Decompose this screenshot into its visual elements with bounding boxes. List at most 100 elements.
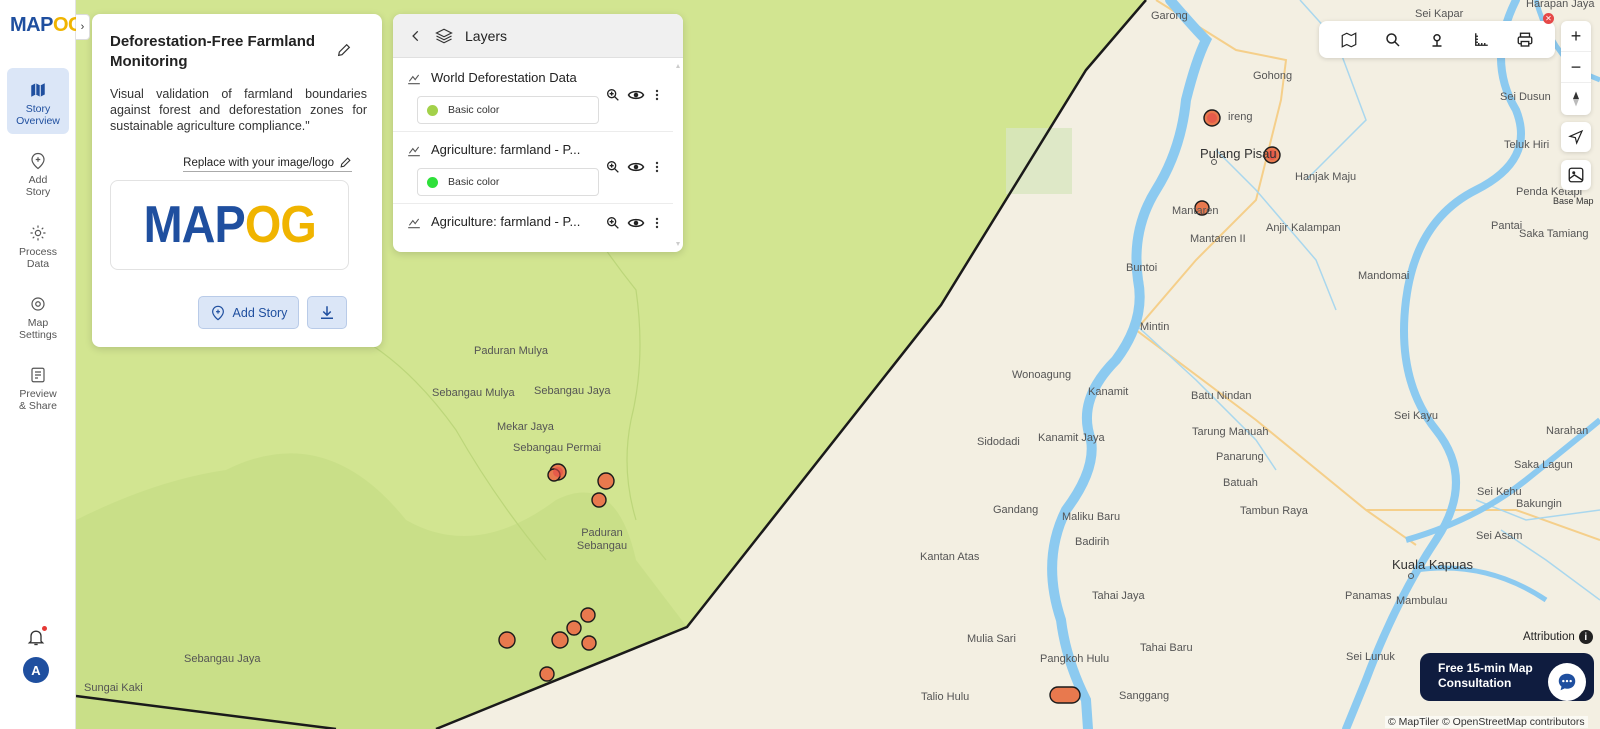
add-story-button[interactable]: Add Story xyxy=(198,296,299,329)
pencil-icon[interactable] xyxy=(336,42,352,58)
map-view-icon[interactable] xyxy=(1340,31,1358,49)
place-label: Sei Kayu xyxy=(1394,410,1439,422)
app-logo[interactable]: MAPOG xyxy=(10,14,84,37)
base-map-button[interactable] xyxy=(1561,160,1591,190)
more-icon[interactable] xyxy=(651,159,663,175)
place-label: Sei Kehu xyxy=(1477,486,1522,498)
layer-drag-icon[interactable] xyxy=(407,144,421,158)
layer-drag-icon[interactable] xyxy=(407,216,421,230)
place-label: Saka Tamiang xyxy=(1519,228,1589,240)
place-label: Saka Lagun xyxy=(1514,459,1573,471)
place-label: Buntoi xyxy=(1126,262,1158,274)
place-label: Pangkoh Hulu xyxy=(1040,653,1110,665)
place-label: Pulang Pisau xyxy=(1200,146,1277,161)
zoom-out-button[interactable]: − xyxy=(1561,52,1591,83)
zoom-to-layer-icon[interactable] xyxy=(605,87,621,103)
gear-icon xyxy=(30,225,46,241)
print-icon[interactable] xyxy=(1516,31,1534,49)
zoom-in-button[interactable]: + xyxy=(1561,21,1591,52)
story-logo: MAPOG xyxy=(143,195,316,255)
map-credit: © MapTiler © OpenStreetMap contributors xyxy=(1385,716,1588,728)
place-label: Panamas xyxy=(1345,590,1392,602)
eye-icon[interactable] xyxy=(627,158,645,176)
layer-row[interactable]: Agriculture: farmland - P... xyxy=(393,204,673,252)
place-label: Sidodadi xyxy=(977,436,1020,448)
replace-image-label: Replace with your image/logo xyxy=(183,156,334,169)
story-logo-box[interactable]: MAPOG xyxy=(110,180,349,270)
map-toolbar xyxy=(1319,21,1555,58)
place-label: Panarung xyxy=(1216,451,1264,463)
color-dot xyxy=(427,177,438,188)
place-label: Mekar Jaya xyxy=(497,421,554,433)
avatar[interactable]: A xyxy=(23,657,49,683)
sidebar-item-process-data[interactable]: Process Data xyxy=(7,224,69,270)
layer-row[interactable]: World Deforestation Data Basic color xyxy=(393,60,673,132)
search-icon[interactable] xyxy=(1384,31,1402,49)
place-label: Sebangau Jaya xyxy=(534,385,611,397)
chevron-left-icon[interactable] xyxy=(409,29,423,43)
layers-header: Layers xyxy=(393,14,683,58)
place-label: Kuala Kapuas xyxy=(1392,557,1473,572)
more-icon[interactable] xyxy=(651,215,663,231)
zoom-to-layer-icon[interactable] xyxy=(605,215,621,231)
download-icon xyxy=(321,305,333,319)
sidebar-item-label: Settings xyxy=(19,329,57,341)
navigation-arrow-icon xyxy=(1568,129,1584,145)
download-button[interactable] xyxy=(307,296,347,329)
place-label: Kanamit xyxy=(1088,386,1129,398)
place-label: Narahan xyxy=(1546,425,1589,437)
eye-icon[interactable] xyxy=(627,214,645,232)
place-label: Garong xyxy=(1151,10,1188,22)
color-label: Basic color xyxy=(448,176,500,188)
sidebar-collapse-button[interactable]: › xyxy=(76,14,90,40)
replace-image-link[interactable]: Replace with your image/logo xyxy=(183,156,352,172)
sidebar-item-story-overview[interactable]: Story Overview xyxy=(7,68,69,134)
eye-icon[interactable] xyxy=(627,86,645,104)
sidebar-item-label: & Share xyxy=(19,400,57,412)
chat-button[interactable] xyxy=(1548,663,1586,701)
locate-button[interactable] xyxy=(1561,122,1591,152)
layer-drag-icon[interactable] xyxy=(407,72,421,86)
close-icon[interactable]: ✕ xyxy=(1543,13,1554,24)
place-label: Teluk Hiri xyxy=(1504,139,1550,151)
place-label: Gohong xyxy=(1253,70,1293,82)
location-pin-icon[interactable] xyxy=(1428,31,1446,49)
place-label: Mintin xyxy=(1140,321,1170,333)
place-label: Sei Dusun xyxy=(1500,91,1551,103)
measure-icon[interactable] xyxy=(1472,31,1490,49)
sidebar-item-add-story[interactable]: Add Story xyxy=(7,152,69,198)
place-label: Sebangau Permai xyxy=(513,442,602,454)
consult-line2: Consultation xyxy=(1438,676,1512,690)
pencil-icon xyxy=(340,157,351,168)
sidebar-item-label: Story xyxy=(25,103,51,115)
layers-scrollbar[interactable] xyxy=(675,60,681,250)
preview-icon xyxy=(31,367,45,383)
place-label: Mambulau xyxy=(1396,595,1448,607)
place-label: ireng xyxy=(1228,111,1253,123)
sidebar-item-label: Story xyxy=(25,186,51,198)
place-label: Mulia Sari xyxy=(967,633,1016,645)
place-label: Sanggang xyxy=(1119,690,1170,702)
layer-color-chip[interactable]: Basic color xyxy=(417,168,599,196)
base-map-icon xyxy=(1568,167,1584,183)
layer-row[interactable]: Agriculture: farmland - P... Basic color xyxy=(393,132,673,204)
sidebar-item-preview-share[interactable]: Preview & Share xyxy=(7,366,69,412)
place-label: Wonoagung xyxy=(1012,369,1072,381)
notification-dot xyxy=(42,626,47,631)
place-label: Maliku Baru xyxy=(1062,511,1121,523)
place-label: Batu Nindan xyxy=(1191,390,1252,402)
sidebar-item-label: Map xyxy=(27,317,49,329)
more-icon[interactable] xyxy=(651,87,663,103)
story-title: Deforestation-Free Farmland Monitoring xyxy=(110,33,316,70)
sidebar-item-map-settings[interactable]: Map Settings xyxy=(7,295,69,341)
layer-color-chip[interactable]: Basic color xyxy=(417,96,599,124)
place-label: Pantai xyxy=(1491,220,1523,232)
map-icon xyxy=(31,83,45,97)
place-label: Talio Hulu xyxy=(921,691,970,703)
place-label: Sei Asam xyxy=(1476,530,1523,542)
compass-button[interactable] xyxy=(1561,83,1591,114)
attribution-toggle[interactable]: Attribution i xyxy=(1523,630,1593,644)
add-pin-icon xyxy=(31,152,45,170)
zoom-to-layer-icon[interactable] xyxy=(605,159,621,175)
story-panel: Deforestation-Free Farmland Monitoring V… xyxy=(92,14,382,347)
